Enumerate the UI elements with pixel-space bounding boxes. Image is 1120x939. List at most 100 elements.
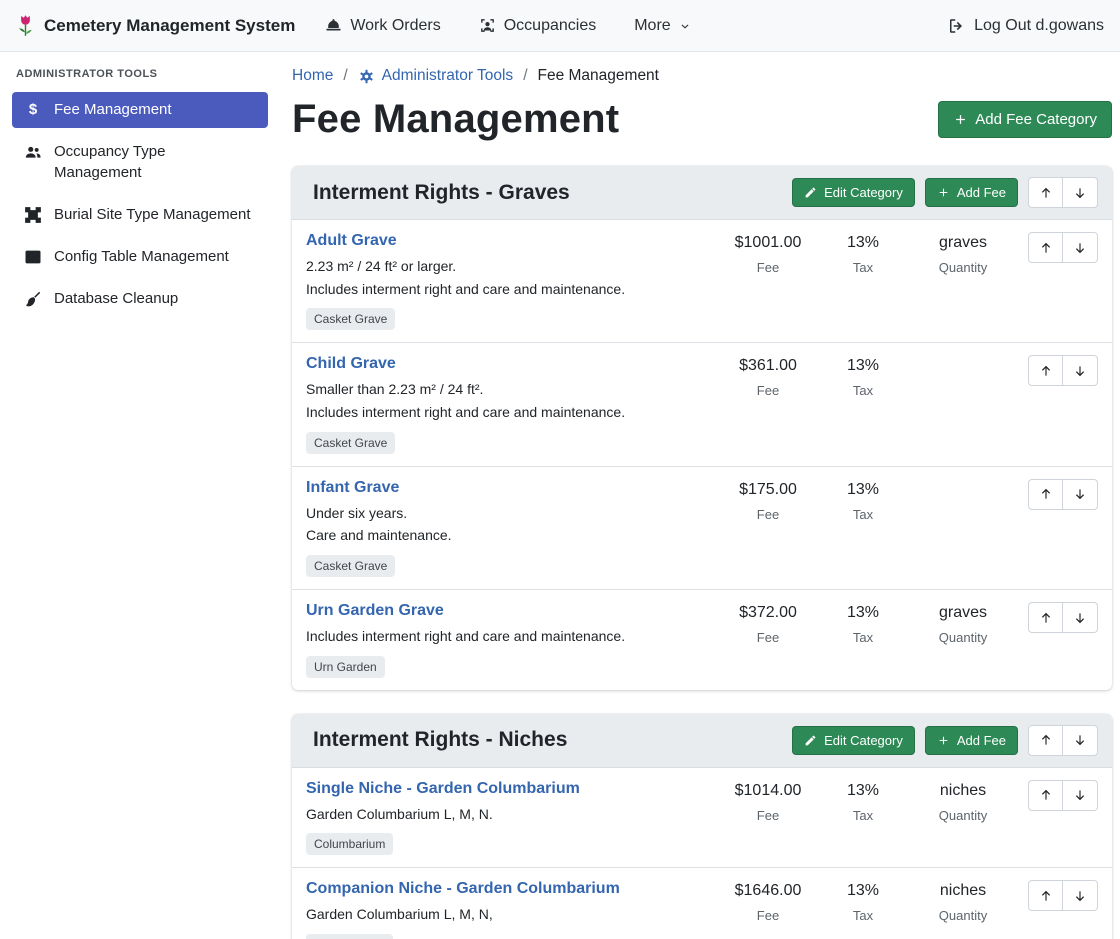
fee-details: Adult Grave 2.23 m² / 24 ft² or larger. … bbox=[306, 232, 718, 330]
sidebar-item-label: Fee Management bbox=[54, 100, 172, 120]
fee-desc-2: Care and maintenance. bbox=[306, 524, 708, 547]
fee-row: Companion Niche - Garden Columbarium Gar… bbox=[292, 867, 1112, 939]
fee-details: Urn Garden Grave Includes interment righ… bbox=[306, 602, 718, 678]
arrow-up-icon bbox=[1039, 733, 1053, 747]
pencil-icon bbox=[804, 734, 817, 747]
nav-occupancies[interactable]: Occupancies bbox=[479, 17, 597, 35]
move-fee-down-button[interactable] bbox=[1063, 232, 1098, 263]
add-fee-button[interactable]: Add Fee bbox=[925, 178, 1018, 207]
fee-tax-label: Tax bbox=[818, 383, 908, 398]
move-fee-up-button[interactable] bbox=[1028, 880, 1063, 911]
fee-name-link[interactable]: Adult Grave bbox=[306, 232, 397, 250]
pencil-icon bbox=[804, 186, 817, 199]
nav-work-orders-label: Work Orders bbox=[350, 17, 440, 35]
nav-more[interactable]: More bbox=[634, 17, 690, 35]
fee-reorder-group bbox=[1028, 355, 1098, 386]
sidebar-item-occupancy-type-management[interactable]: Occupancy Type Management bbox=[12, 134, 268, 191]
breadcrumb-home-label: Home bbox=[292, 67, 333, 85]
fee-name-link[interactable]: Single Niche - Garden Columbarium bbox=[306, 780, 580, 798]
arrow-up-icon bbox=[1039, 487, 1053, 501]
fee-actions bbox=[1018, 780, 1098, 811]
sidebar-item-burial-site-type-management[interactable]: Burial Site Type Management bbox=[12, 197, 268, 233]
fee-tax-label: Tax bbox=[818, 908, 908, 923]
category-header: Interment Rights - Niches Edit Category … bbox=[292, 714, 1112, 768]
sidebar-item-label: Database Cleanup bbox=[54, 289, 178, 309]
fee-amount: $1646.00 bbox=[718, 882, 818, 900]
move-fee-up-button[interactable] bbox=[1028, 780, 1063, 811]
fee-name-link[interactable]: Urn Garden Grave bbox=[306, 602, 444, 620]
fee-tax-column: 13% Tax bbox=[818, 880, 908, 923]
sidebar-item-config-table-management[interactable]: Config Table Management bbox=[12, 239, 268, 275]
occupant-icon bbox=[479, 17, 496, 34]
fee-tag: Columbarium bbox=[306, 934, 393, 939]
arrow-down-icon bbox=[1073, 611, 1087, 625]
fee-actions bbox=[1018, 355, 1098, 386]
main-content: Home / Administrator Tools / Fee Managem… bbox=[280, 52, 1120, 939]
fee-desc-1: Under six years. bbox=[306, 502, 708, 525]
fee-desc-1: Smaller than 2.23 m² / 24 ft². bbox=[306, 378, 708, 401]
fee-details: Companion Niche - Garden Columbarium Gar… bbox=[306, 880, 718, 939]
move-fee-up-button[interactable] bbox=[1028, 355, 1063, 386]
edit-category-label: Edit Category bbox=[824, 733, 903, 748]
fee-row: Urn Garden Grave Includes interment righ… bbox=[292, 589, 1112, 690]
move-fee-down-button[interactable] bbox=[1063, 479, 1098, 510]
edit-category-button[interactable]: Edit Category bbox=[792, 178, 915, 207]
fee-tax-label: Tax bbox=[818, 507, 908, 522]
fee-quantity-column: niches Quantity bbox=[908, 780, 1018, 823]
brand-link[interactable]: Cemetery Management System bbox=[16, 13, 295, 38]
move-category-up-button[interactable] bbox=[1028, 725, 1063, 756]
fee-amount-column: $361.00 Fee bbox=[718, 355, 818, 398]
sidebar-heading: Administrator Tools bbox=[0, 64, 280, 92]
sidebar-item-fee-management[interactable]: $ Fee Management bbox=[12, 92, 268, 128]
nav-occupancies-label: Occupancies bbox=[504, 17, 597, 35]
broom-icon bbox=[23, 290, 43, 308]
edit-category-button[interactable]: Edit Category bbox=[792, 726, 915, 755]
sidebar: Administrator Tools $ Fee Management Occ… bbox=[0, 52, 280, 939]
move-fee-down-button[interactable] bbox=[1063, 355, 1098, 386]
fee-rows: Single Niche - Garden Columbarium Garden… bbox=[292, 768, 1112, 939]
sidebar-item-label: Config Table Management bbox=[54, 247, 229, 267]
move-fee-up-button[interactable] bbox=[1028, 479, 1063, 510]
move-fee-up-button[interactable] bbox=[1028, 232, 1063, 263]
fee-category-card: Interment Rights - Niches Edit Category … bbox=[292, 714, 1112, 939]
sidebar-nav: $ Fee Management Occupancy Type Manageme… bbox=[0, 92, 280, 318]
category-reorder-group bbox=[1028, 725, 1098, 756]
fee-tax: 13% bbox=[818, 234, 908, 252]
sidebar-item-database-cleanup[interactable]: Database Cleanup bbox=[12, 281, 268, 317]
arrow-down-icon bbox=[1073, 733, 1087, 747]
move-category-down-button[interactable] bbox=[1063, 177, 1098, 208]
logout-button[interactable]: Log Out d.gowans bbox=[947, 17, 1104, 35]
arrow-down-icon bbox=[1073, 487, 1087, 501]
dollar-icon: $ bbox=[23, 101, 43, 119]
fee-desc-1: Garden Columbarium L, M, N, bbox=[306, 903, 708, 926]
fee-name-link[interactable]: Child Grave bbox=[306, 355, 396, 373]
breadcrumb-admin-tools-link[interactable]: Administrator Tools bbox=[358, 67, 514, 85]
fee-tax-label: Tax bbox=[818, 260, 908, 275]
fee-name-link[interactable]: Companion Niche - Garden Columbarium bbox=[306, 880, 620, 898]
fee-details: Single Niche - Garden Columbarium Garden… bbox=[306, 780, 718, 856]
fee-tag: Casket Grave bbox=[306, 432, 395, 454]
fee-tax-column: 13% Tax bbox=[818, 780, 908, 823]
nav-work-orders[interactable]: Work Orders bbox=[325, 17, 440, 35]
fee-category-card: Interment Rights - Graves Edit Category … bbox=[292, 166, 1112, 690]
arrow-up-icon bbox=[1039, 241, 1053, 255]
add-fee-button[interactable]: Add Fee bbox=[925, 726, 1018, 755]
arrow-down-icon bbox=[1073, 241, 1087, 255]
move-fee-down-button[interactable] bbox=[1063, 602, 1098, 633]
fee-tax-column: 13% Tax bbox=[818, 479, 908, 522]
move-category-up-button[interactable] bbox=[1028, 177, 1063, 208]
move-fee-down-button[interactable] bbox=[1063, 780, 1098, 811]
move-fee-up-button[interactable] bbox=[1028, 602, 1063, 633]
nav-more-label: More bbox=[634, 17, 670, 35]
category-reorder-group bbox=[1028, 177, 1098, 208]
breadcrumb: Home / Administrator Tools / Fee Managem… bbox=[292, 67, 1112, 85]
breadcrumb-home-link[interactable]: Home bbox=[292, 67, 333, 85]
chevron-down-icon bbox=[679, 19, 691, 33]
move-category-down-button[interactable] bbox=[1063, 725, 1098, 756]
fee-name-link[interactable]: Infant Grave bbox=[306, 479, 399, 497]
add-fee-category-button[interactable]: Add Fee Category bbox=[938, 101, 1112, 138]
fee-amount-column: $1014.00 Fee bbox=[718, 780, 818, 823]
fee-quantity-column: graves Quantity bbox=[908, 602, 1018, 645]
breadcrumb-current: Fee Management bbox=[538, 67, 660, 85]
move-fee-down-button[interactable] bbox=[1063, 880, 1098, 911]
